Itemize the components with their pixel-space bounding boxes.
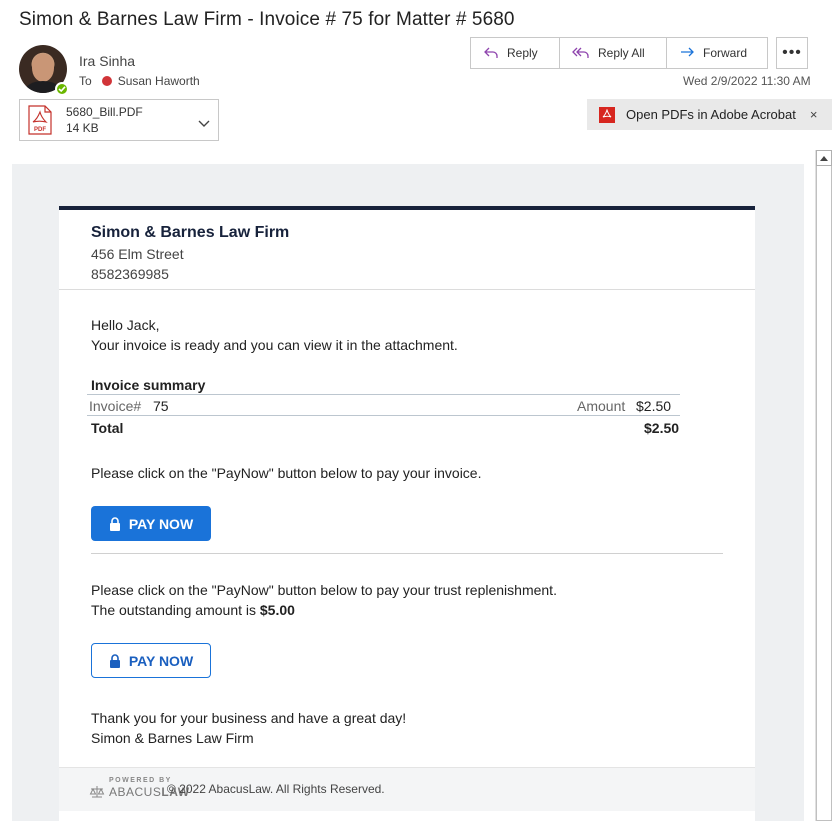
email-footer: POWERED BY ABACUSLAW © 2022 AbacusLaw. A… — [59, 767, 755, 811]
scroll-thumb[interactable] — [816, 166, 832, 821]
vertical-scrollbar[interactable] — [815, 150, 832, 821]
section-divider — [91, 553, 723, 554]
more-actions-button[interactable]: ••• — [776, 37, 808, 69]
trust-prompt: Please click on the "PayNow" button belo… — [91, 582, 557, 598]
outstanding-line: The outstanding amount is $5.00 — [91, 602, 295, 618]
forward-label: Forward — [703, 46, 748, 60]
attachment-info: 5680_Bill.PDF 14 KB — [66, 104, 143, 136]
adobe-acrobat-icon — [599, 106, 615, 123]
attachment-name: 5680_Bill.PDF — [66, 105, 143, 119]
pdf-file-icon: PDF — [28, 105, 52, 135]
scales-icon — [89, 786, 105, 798]
chevron-down-icon[interactable] — [198, 115, 210, 133]
reply-all-label: Reply All — [598, 46, 645, 60]
email-subject: Simon & Barnes Law Firm - Invoice # 75 f… — [19, 9, 515, 30]
message-actions: Reply Reply All Forward — [470, 37, 768, 69]
to-label: To — [79, 74, 92, 88]
close-icon[interactable]: × — [810, 107, 818, 122]
pay-invoice-prompt: Please click on the "PayNow" button belo… — [91, 465, 482, 481]
invoice-summary-title: Invoice summary — [91, 377, 206, 393]
recipient-status-icon — [101, 76, 112, 86]
amount-label: Amount — [577, 398, 626, 414]
forward-icon — [681, 47, 694, 57]
sent-datetime: Wed 2/9/2022 11:30 AM — [683, 74, 811, 88]
reply-button[interactable]: Reply — [471, 38, 560, 68]
outstanding-prefix: The outstanding amount is — [91, 602, 260, 618]
total-value: $2.50 — [644, 420, 680, 436]
firm-phone: 8582369985 — [91, 266, 169, 282]
powered-by-label: POWERED BY — [109, 777, 172, 784]
pay-now-invoice-button[interactable]: PAY NOW — [91, 506, 211, 541]
greeting: Hello Jack, — [91, 317, 160, 333]
pay-now-trust-button[interactable]: PAY NOW — [91, 643, 211, 678]
outstanding-amount: $5.00 — [259, 602, 295, 618]
reply-all-button[interactable]: Reply All — [560, 38, 667, 68]
presence-available-icon — [55, 82, 69, 96]
pdf-icon-text: PDF — [34, 127, 46, 133]
amount-value: $2.50 — [636, 398, 672, 414]
reply-label: Reply — [507, 46, 538, 60]
pay-now-label: PAY NOW — [128, 515, 194, 532]
adobe-infobar: Open PDFs in Adobe Acrobat × — [587, 99, 832, 130]
copyright-text: © 2022 AbacusLaw. All Rights Reserved. — [167, 782, 385, 796]
reply-icon — [484, 47, 498, 58]
lock-icon — [109, 653, 120, 668]
attachment-size: 14 KB — [66, 121, 99, 135]
lock-icon — [109, 516, 120, 531]
recipient-line: To Susan Haworth — [79, 74, 200, 88]
adobe-open-link[interactable]: Open PDFs in Adobe Acrobat — [626, 107, 796, 122]
invoice-row: Invoice# 75 Amount $2.50 — [87, 394, 680, 416]
forward-button[interactable]: Forward — [667, 38, 767, 68]
attachment-card[interactable]: PDF 5680_Bill.PDF 14 KB — [19, 99, 219, 141]
total-label: Total — [91, 420, 124, 436]
firm-name: Simon & Barnes Law Firm — [91, 224, 290, 241]
intro-text: Your invoice is ready and you can view i… — [91, 337, 458, 353]
invoice-email-card: Simon & Barnes Law Firm 456 Elm Street 8… — [59, 206, 755, 821]
scroll-up-icon[interactable] — [816, 150, 832, 166]
invoice-number: 75 — [153, 398, 169, 414]
header-divider — [59, 289, 755, 290]
reply-all-icon — [572, 47, 589, 58]
invoice-number-label: Invoice# — [89, 398, 142, 414]
firm-street: 456 Elm Street — [91, 246, 184, 262]
sender-name[interactable]: Ira Sinha — [79, 53, 135, 69]
recipient-name[interactable]: Susan Haworth — [118, 74, 200, 88]
pay-now-label: PAY NOW — [128, 652, 194, 669]
logo-abacus: ABACUS — [109, 785, 162, 799]
signature: Simon & Barnes Law Firm — [91, 730, 254, 746]
thanks-text: Thank you for your business and have a g… — [91, 710, 407, 726]
